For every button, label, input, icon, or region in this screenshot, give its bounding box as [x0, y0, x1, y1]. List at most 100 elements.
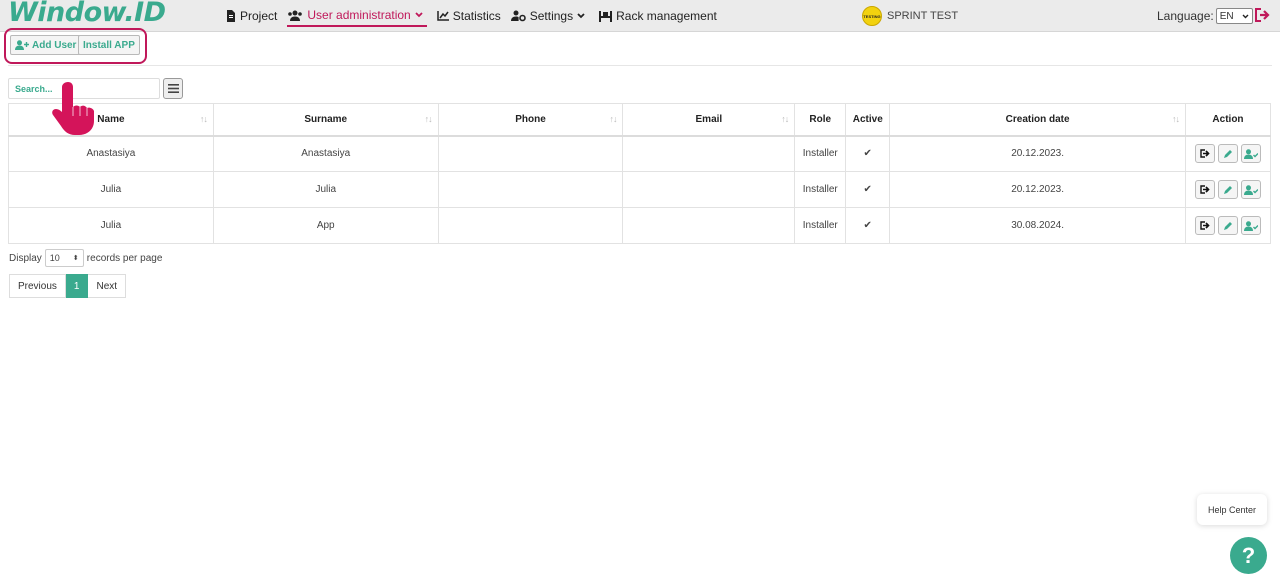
list-icon: [167, 84, 179, 93]
sort-icon: ↑↓: [424, 114, 433, 124]
cell-actions: [1184, 207, 1272, 244]
nav-settings[interactable]: Settings: [510, 5, 589, 27]
cell-surname: App: [212, 207, 439, 244]
column-header-name[interactable]: Name ↑↓: [8, 103, 214, 137]
cell-actions: [1184, 135, 1272, 172]
page-1-button[interactable]: 1: [65, 274, 89, 298]
header-label: Action: [1212, 113, 1244, 125]
records-label: records per page: [86, 252, 163, 264]
login-as-button[interactable]: [1194, 180, 1215, 199]
hand-pointer-icon: [52, 82, 94, 135]
login-as-button[interactable]: [1194, 216, 1215, 235]
divider: [8, 65, 1272, 66]
project-name: SPRINT TEST: [887, 10, 959, 22]
cell-name: Julia: [8, 207, 214, 244]
app-logo[interactable]: Window.ID: [8, 0, 166, 28]
users-table: Name ↑↓ Surname ↑↓ Phone ↑↓ Email ↑↓ Role Ac…: [8, 103, 1272, 244]
user-status-button[interactable]: [1240, 144, 1261, 164]
sign-in-icon: [1200, 221, 1210, 230]
records-per-page-select[interactable]: 10 ⬍: [44, 249, 84, 267]
table-header-row: Name ↑↓ Surname ↑↓ Phone ↑↓ Email ↑↓ Role Ac…: [8, 103, 1272, 137]
user-status-button[interactable]: [1240, 180, 1261, 199]
column-header-surname[interactable]: Surname ↑↓: [212, 103, 439, 137]
previous-page-button[interactable]: Previous: [9, 274, 66, 298]
edit-button[interactable]: [1217, 180, 1238, 199]
nav-project-label: Project: [240, 9, 278, 23]
cell-email: [622, 135, 796, 172]
main-nav: Project User administration Statistics S…: [226, 0, 727, 32]
user-check-icon: [1243, 149, 1258, 159]
project-logo-text: TESTING: [863, 13, 881, 19]
column-header-active: Active: [845, 103, 891, 137]
display-label: Display: [9, 252, 42, 264]
language-select[interactable]: EN: [1215, 8, 1253, 24]
cell-surname: Anastasiya: [212, 135, 439, 172]
install-app-button[interactable]: Install APP: [78, 35, 140, 55]
sort-icon: ↑↓: [609, 114, 617, 124]
users-icon: [288, 10, 303, 21]
sort-icon: ↑↓: [781, 114, 789, 124]
nav-project[interactable]: Project: [226, 5, 277, 27]
help-center-label[interactable]: Help Center: [1197, 494, 1267, 525]
language-selector: Language: EN: [1157, 8, 1253, 24]
table-row: Julia App Installer ✔ 30.08.2024.: [8, 207, 1272, 244]
nav-settings-label: Settings: [529, 9, 574, 23]
header-label: Active: [852, 113, 883, 125]
pencil-icon: [1223, 185, 1232, 194]
cell-actions: [1184, 171, 1272, 208]
cell-email: [622, 207, 796, 244]
column-header-creation-date[interactable]: Creation date ↑↓: [889, 103, 1186, 137]
user-check-icon: [1243, 184, 1258, 195]
add-user-button[interactable]: Add User: [10, 35, 82, 55]
table-row: Julia Julia Installer ✔ 20.12.2023.: [8, 171, 1272, 208]
nav-user-administration[interactable]: User administration: [287, 5, 427, 27]
column-header-email[interactable]: Email ↑↓: [622, 103, 796, 137]
sort-icon: ↑↓: [1171, 114, 1180, 124]
edit-button[interactable]: [1217, 216, 1238, 235]
user-status-button[interactable]: [1240, 216, 1261, 235]
column-toggle-button[interactable]: [163, 78, 183, 99]
pencil-icon: [1223, 149, 1232, 158]
chevron-down-icon: [1242, 14, 1249, 18]
help-button[interactable]: ?: [1230, 537, 1267, 574]
cell-phone: [437, 135, 624, 172]
cell-creation-date: 20.12.2023.: [889, 135, 1186, 172]
column-header-phone[interactable]: Phone ↑↓: [437, 103, 624, 137]
chevron-down-icon: [415, 12, 423, 18]
nav-statistics-label: Statistics: [452, 9, 501, 23]
header-label: Creation date: [1005, 113, 1070, 125]
sort-icon: ↑↓: [199, 114, 208, 124]
install-app-label: Install APP: [83, 39, 135, 51]
logout-icon[interactable]: [1255, 8, 1270, 27]
header-label: Phone: [515, 113, 546, 125]
column-header-action: Action: [1184, 103, 1272, 137]
chart-icon: [436, 11, 449, 21]
cell-active: ✔: [845, 171, 891, 208]
header-label: Surname: [304, 113, 348, 125]
add-user-label: Add User: [32, 39, 77, 51]
user-check-icon: [1243, 220, 1258, 231]
language-value: EN: [1219, 10, 1234, 22]
header-label: Role: [809, 113, 832, 125]
edit-button[interactable]: [1217, 144, 1238, 164]
cell-creation-date: 30.08.2024.: [889, 207, 1186, 244]
column-header-role: Role: [794, 103, 847, 137]
per-page-value: 10: [49, 253, 60, 263]
sign-in-icon: [1200, 149, 1210, 158]
cell-role: Installer: [794, 135, 847, 172]
table-row: Anastasiya Anastasiya Installer ✔ 20.12.…: [8, 135, 1272, 172]
nav-statistics[interactable]: Statistics: [436, 5, 501, 27]
sort-caret-icon: ⬍: [72, 255, 79, 262]
cell-active: ✔: [845, 207, 891, 244]
cell-role: Installer: [794, 207, 847, 244]
document-icon: [227, 10, 235, 22]
nav-rack-management[interactable]: Rack management: [599, 5, 717, 27]
page-size-control: Display 10 ⬍ records per page: [9, 249, 162, 267]
project-badge[interactable]: TESTING SPRINT TEST: [862, 6, 958, 26]
cell-phone: [437, 207, 624, 244]
login-as-button[interactable]: [1194, 144, 1215, 164]
next-page-button[interactable]: Next: [88, 274, 127, 298]
project-logo: TESTING: [862, 6, 882, 26]
cell-name: Julia: [8, 171, 214, 208]
pagination: Previous 1 Next: [9, 274, 127, 298]
